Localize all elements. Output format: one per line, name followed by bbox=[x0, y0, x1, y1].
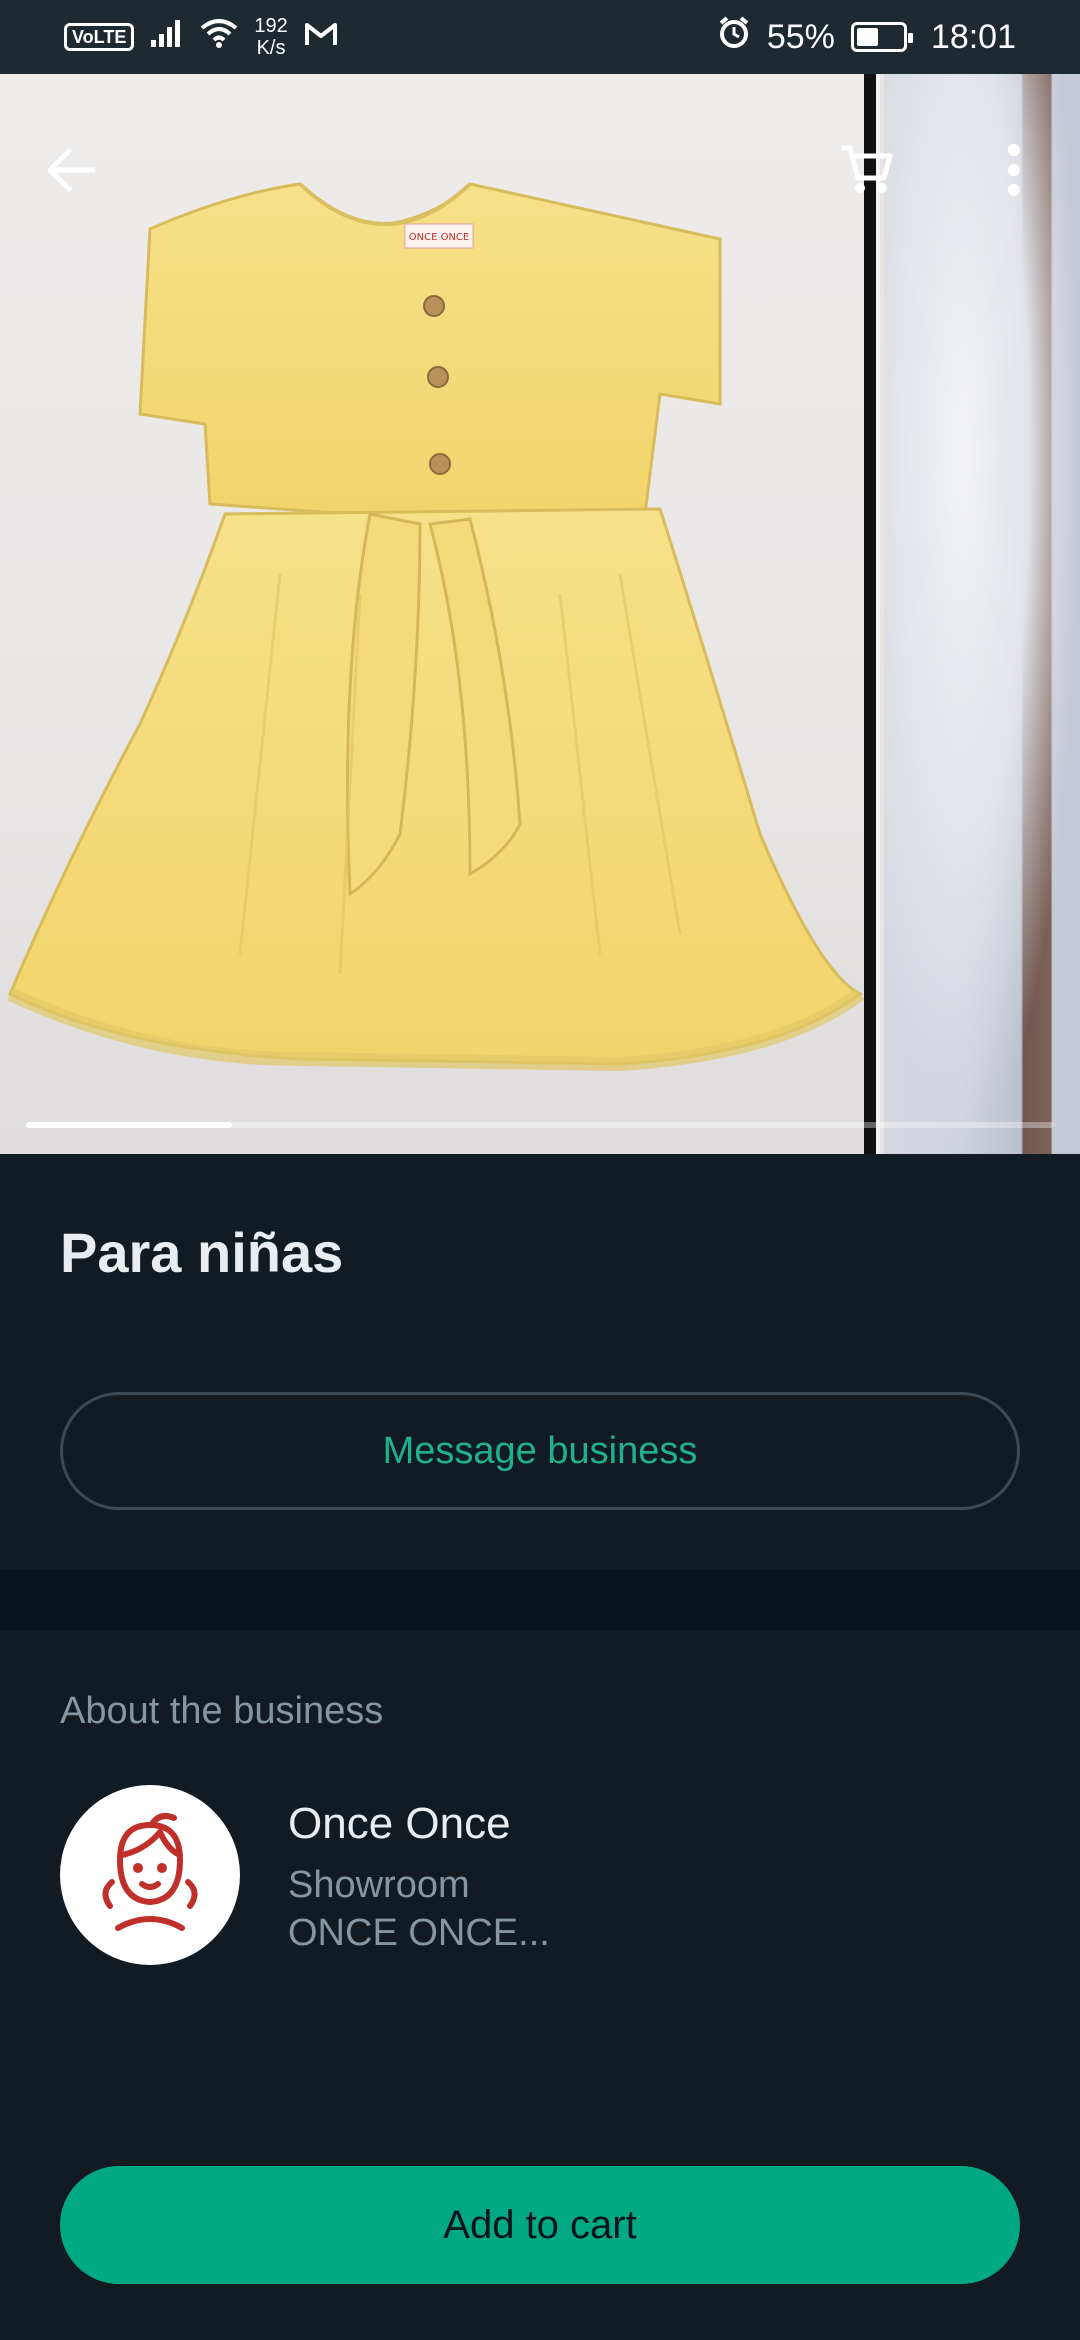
network-speed: 192 K/s bbox=[254, 15, 287, 59]
volte-badge: VoLTE bbox=[64, 23, 135, 51]
carousel-progress-track bbox=[26, 1122, 1054, 1128]
arrow-left-icon bbox=[43, 143, 97, 202]
product-image-carousel[interactable]: ONCE ONCE bbox=[0, 74, 1080, 1154]
battery-icon bbox=[850, 22, 913, 52]
battery-percent: 55% bbox=[766, 17, 835, 56]
photo-divider bbox=[864, 74, 880, 1154]
business-description: Showroom ONCE ONCE... bbox=[288, 1864, 550, 1954]
back-button[interactable] bbox=[22, 124, 118, 220]
section-separator bbox=[0, 1570, 1080, 1630]
dress-image: ONCE ONCE bbox=[7, 182, 864, 1072]
message-business-label: Message business bbox=[382, 1429, 698, 1472]
add-to-cart-button[interactable]: Add to cart bbox=[60, 2166, 1020, 2284]
next-photo-fabric bbox=[884, 74, 1080, 1154]
gmail-icon bbox=[304, 18, 338, 57]
more-vertical-icon bbox=[1004, 142, 1024, 203]
about-business-heading: About the business bbox=[60, 1690, 384, 1732]
product-detail-screen: VoLTE 192 K/s 55% 18:01 ONCE ONCE Para n… bbox=[0, 0, 1080, 2340]
message-business-button[interactable]: Message business bbox=[60, 1392, 1020, 1510]
status-left: VoLTE 192 K/s bbox=[64, 15, 338, 59]
business-logo-icon bbox=[102, 1813, 198, 1931]
business-card[interactable]: Once Once Showroom ONCE ONCE... bbox=[60, 1785, 788, 1965]
alarm-icon bbox=[717, 15, 751, 59]
status-right: 55% 18:01 bbox=[717, 15, 1016, 59]
add-to-cart-label: Add to cart bbox=[443, 2202, 637, 2247]
cart-button[interactable] bbox=[818, 124, 914, 220]
signal-icon bbox=[150, 18, 184, 57]
more-options-button[interactable] bbox=[966, 124, 1062, 220]
network-speed-value: 192 bbox=[254, 15, 288, 37]
business-name: Once Once bbox=[288, 1799, 511, 1848]
wifi-icon bbox=[200, 18, 238, 57]
business-avatar[interactable] bbox=[60, 1785, 240, 1965]
battery-fill bbox=[856, 28, 879, 46]
clock: 18:01 bbox=[930, 17, 1016, 56]
next-product-photo[interactable] bbox=[884, 74, 1080, 1154]
business-info: Once Once Showroom ONCE ONCE... bbox=[288, 1799, 788, 1957]
product-photo[interactable]: ONCE ONCE bbox=[0, 74, 864, 1154]
network-speed-unit: K/s bbox=[256, 37, 286, 59]
carousel-progress-fill bbox=[26, 1122, 232, 1128]
dress-label-text: ONCE ONCE bbox=[409, 232, 469, 243]
status-bar: VoLTE 192 K/s 55% 18:01 bbox=[0, 0, 1080, 74]
cart-icon bbox=[838, 142, 894, 203]
product-title: Para niñas bbox=[60, 1221, 344, 1284]
